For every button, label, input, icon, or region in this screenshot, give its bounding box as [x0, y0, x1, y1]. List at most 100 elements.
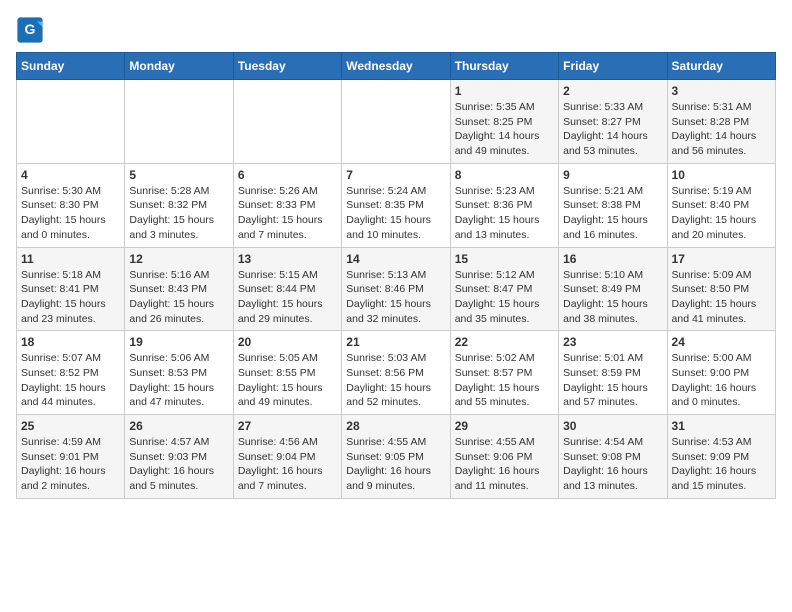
day-info: Sunrise: 5:33 AM Sunset: 8:27 PM Dayligh…: [563, 100, 662, 159]
day-cell: 29Sunrise: 4:55 AM Sunset: 9:06 PM Dayli…: [450, 415, 558, 499]
day-cell: 9 Sunrise: 5:21 AM Sunset: 8:38 PM Daylig…: [559, 163, 667, 247]
day-cell: 7Sunrise: 5:24 AM Sunset: 8:35 PM Daylig…: [342, 163, 450, 247]
day-number: 4: [21, 168, 120, 182]
day-cell: 22 Sunrise: 5:02 AM Sunset: 8:57 PM Dayli…: [450, 331, 558, 415]
day-number: 9: [563, 168, 662, 182]
day-number: 19: [129, 335, 228, 349]
week-row-5: 25Sunrise: 4:59 AM Sunset: 9:01 PM Dayli…: [17, 415, 776, 499]
day-info: Sunrise: 5:09 AM Sunset: 8:50 PM Dayligh…: [672, 268, 771, 327]
day-cell: 11Sunrise: 5:18 AM Sunset: 8:41 PM Dayli…: [17, 247, 125, 331]
day-cell: 10 Sunrise: 5:19 AM Sunset: 8:40 PM Dayli…: [667, 163, 775, 247]
day-cell: 31 Sunrise: 4:53 AM Sunset: 9:09 PM Dayli…: [667, 415, 775, 499]
day-number: 2: [563, 84, 662, 98]
day-number: 12: [129, 252, 228, 266]
day-info: Sunrise: 5:16 AM Sunset: 8:43 PM Dayligh…: [129, 268, 228, 327]
day-number: 22: [455, 335, 554, 349]
day-number: 24: [672, 335, 771, 349]
day-number: 17: [672, 252, 771, 266]
day-cell: 2 Sunrise: 5:33 AM Sunset: 8:27 PM Daylig…: [559, 80, 667, 164]
day-cell: 13Sunrise: 5:15 AM Sunset: 8:44 PM Dayli…: [233, 247, 341, 331]
weekday-saturday: Saturday: [667, 53, 775, 80]
day-info: Sunrise: 5:31 AM Sunset: 8:28 PM Dayligh…: [672, 100, 771, 159]
day-info: Sunrise: 5:02 AM Sunset: 8:57 PM Dayligh…: [455, 351, 554, 410]
day-number: 13: [238, 252, 337, 266]
day-number: 26: [129, 419, 228, 433]
day-cell: [125, 80, 233, 164]
day-info: Sunrise: 5:30 AM Sunset: 8:30 PM Dayligh…: [21, 184, 120, 243]
day-number: 10: [672, 168, 771, 182]
day-cell: 6Sunrise: 5:26 AM Sunset: 8:33 PM Daylig…: [233, 163, 341, 247]
weekday-monday: Monday: [125, 53, 233, 80]
week-row-4: 18 Sunrise: 5:07 AM Sunset: 8:52 PM Dayli…: [17, 331, 776, 415]
day-info: Sunrise: 5:00 AM Sunset: 9:00 PM Dayligh…: [672, 351, 771, 410]
day-info: Sunrise: 5:21 AM Sunset: 8:38 PM Dayligh…: [563, 184, 662, 243]
day-cell: 18 Sunrise: 5:07 AM Sunset: 8:52 PM Dayli…: [17, 331, 125, 415]
day-cell: [233, 80, 341, 164]
day-info: Sunrise: 5:10 AM Sunset: 8:49 PM Dayligh…: [563, 268, 662, 327]
day-info: Sunrise: 5:07 AM Sunset: 8:52 PM Dayligh…: [21, 351, 120, 410]
day-cell: [342, 80, 450, 164]
weekday-header-row: SundayMondayTuesdayWednesdayThursdayFrid…: [17, 53, 776, 80]
day-number: 21: [346, 335, 445, 349]
weekday-wednesday: Wednesday: [342, 53, 450, 80]
week-row-1: 1Sunrise: 5:35 AM Sunset: 8:25 PM Daylig…: [17, 80, 776, 164]
day-info: Sunrise: 5:13 AM Sunset: 8:46 PM Dayligh…: [346, 268, 445, 327]
calendar-table: SundayMondayTuesdayWednesdayThursdayFrid…: [16, 52, 776, 499]
day-number: 11: [21, 252, 120, 266]
day-cell: 30Sunrise: 4:54 AM Sunset: 9:08 PM Dayli…: [559, 415, 667, 499]
day-info: Sunrise: 5:26 AM Sunset: 8:33 PM Dayligh…: [238, 184, 337, 243]
day-info: Sunrise: 5:24 AM Sunset: 8:35 PM Dayligh…: [346, 184, 445, 243]
day-info: Sunrise: 5:23 AM Sunset: 8:36 PM Dayligh…: [455, 184, 554, 243]
day-cell: 19 Sunrise: 5:06 AM Sunset: 8:53 PM Dayli…: [125, 331, 233, 415]
day-info: Sunrise: 5:05 AM Sunset: 8:55 PM Dayligh…: [238, 351, 337, 410]
day-cell: 5 Sunrise: 5:28 AM Sunset: 8:32 PM Daylig…: [125, 163, 233, 247]
day-number: 15: [455, 252, 554, 266]
weekday-tuesday: Tuesday: [233, 53, 341, 80]
day-number: 25: [21, 419, 120, 433]
day-cell: 27 Sunrise: 4:56 AM Sunset: 9:04 PM Dayli…: [233, 415, 341, 499]
day-number: 31: [672, 419, 771, 433]
day-info: Sunrise: 5:28 AM Sunset: 8:32 PM Dayligh…: [129, 184, 228, 243]
day-number: 28: [346, 419, 445, 433]
day-number: 1: [455, 84, 554, 98]
day-cell: 16Sunrise: 5:10 AM Sunset: 8:49 PM Dayli…: [559, 247, 667, 331]
calendar-body: 1Sunrise: 5:35 AM Sunset: 8:25 PM Daylig…: [17, 80, 776, 499]
page-header: G: [16, 16, 776, 44]
svg-text:G: G: [25, 21, 36, 37]
logo: G: [16, 16, 48, 44]
weekday-thursday: Thursday: [450, 53, 558, 80]
day-info: Sunrise: 5:19 AM Sunset: 8:40 PM Dayligh…: [672, 184, 771, 243]
day-info: Sunrise: 4:57 AM Sunset: 9:03 PM Dayligh…: [129, 435, 228, 494]
day-number: 23: [563, 335, 662, 349]
day-info: Sunrise: 5:01 AM Sunset: 8:59 PM Dayligh…: [563, 351, 662, 410]
day-number: 29: [455, 419, 554, 433]
day-cell: 26 Sunrise: 4:57 AM Sunset: 9:03 PM Dayli…: [125, 415, 233, 499]
day-cell: 25Sunrise: 4:59 AM Sunset: 9:01 PM Dayli…: [17, 415, 125, 499]
day-cell: 17 Sunrise: 5:09 AM Sunset: 8:50 PM Dayli…: [667, 247, 775, 331]
day-info: Sunrise: 5:03 AM Sunset: 8:56 PM Dayligh…: [346, 351, 445, 410]
day-cell: 21 Sunrise: 5:03 AM Sunset: 8:56 PM Dayli…: [342, 331, 450, 415]
day-cell: 8 Sunrise: 5:23 AM Sunset: 8:36 PM Daylig…: [450, 163, 558, 247]
day-number: 18: [21, 335, 120, 349]
day-cell: 14Sunrise: 5:13 AM Sunset: 8:46 PM Dayli…: [342, 247, 450, 331]
day-cell: 20 Sunrise: 5:05 AM Sunset: 8:55 PM Dayli…: [233, 331, 341, 415]
week-row-2: 4 Sunrise: 5:30 AM Sunset: 8:30 PM Daylig…: [17, 163, 776, 247]
day-cell: 23 Sunrise: 5:01 AM Sunset: 8:59 PM Dayli…: [559, 331, 667, 415]
day-info: Sunrise: 5:06 AM Sunset: 8:53 PM Dayligh…: [129, 351, 228, 410]
day-number: 27: [238, 419, 337, 433]
day-info: Sunrise: 4:53 AM Sunset: 9:09 PM Dayligh…: [672, 435, 771, 494]
week-row-3: 11Sunrise: 5:18 AM Sunset: 8:41 PM Dayli…: [17, 247, 776, 331]
day-cell: 28Sunrise: 4:55 AM Sunset: 9:05 PM Dayli…: [342, 415, 450, 499]
day-number: 5: [129, 168, 228, 182]
logo-icon: G: [16, 16, 44, 44]
day-number: 20: [238, 335, 337, 349]
day-info: Sunrise: 5:12 AM Sunset: 8:47 PM Dayligh…: [455, 268, 554, 327]
day-cell: 15 Sunrise: 5:12 AM Sunset: 8:47 PM Dayli…: [450, 247, 558, 331]
day-info: Sunrise: 4:54 AM Sunset: 9:08 PM Dayligh…: [563, 435, 662, 494]
weekday-sunday: Sunday: [17, 53, 125, 80]
weekday-friday: Friday: [559, 53, 667, 80]
day-info: Sunrise: 4:56 AM Sunset: 9:04 PM Dayligh…: [238, 435, 337, 494]
day-number: 8: [455, 168, 554, 182]
calendar-header: SundayMondayTuesdayWednesdayThursdayFrid…: [17, 53, 776, 80]
day-cell: 4 Sunrise: 5:30 AM Sunset: 8:30 PM Daylig…: [17, 163, 125, 247]
